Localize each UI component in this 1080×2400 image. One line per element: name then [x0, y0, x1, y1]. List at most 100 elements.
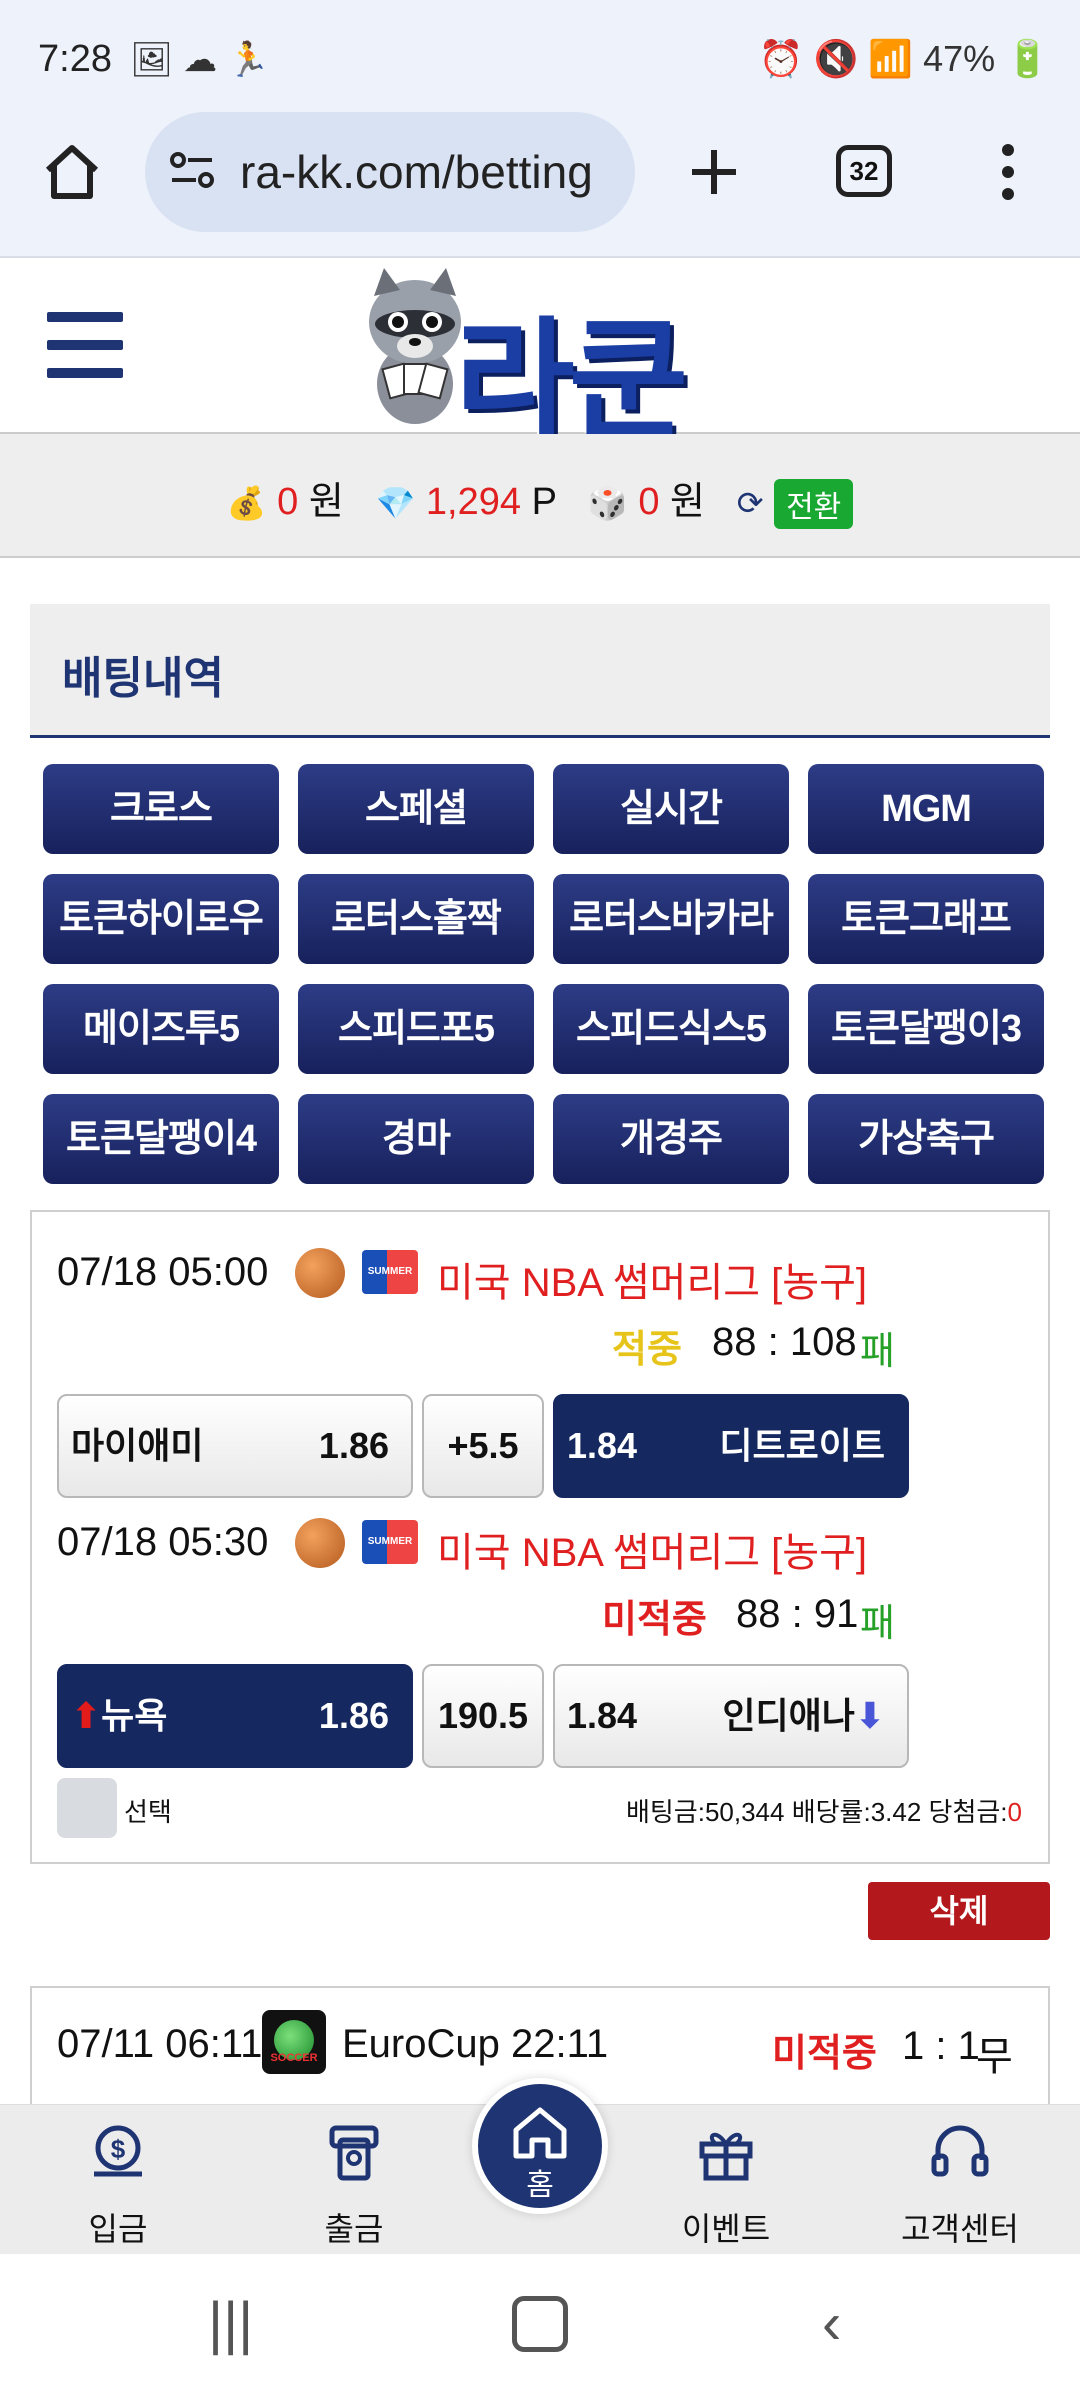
nav-deposit[interactable]: $ 입금: [18, 2120, 218, 2250]
money-value: 0: [277, 481, 299, 523]
site-settings-icon[interactable]: [168, 150, 218, 190]
category-button[interactable]: 스피드포5: [298, 984, 534, 1074]
basketball-icon: [295, 1248, 345, 1298]
balance-row: 💰 0 원 💎 1,294 P 🎲 0 원 ⟳ 전환: [0, 470, 1080, 529]
away-odds: 1.84: [567, 1425, 638, 1466]
arrow-up-icon: ⬆: [71, 1695, 102, 1736]
game-datetime: 07/18 05:30: [57, 1520, 269, 1564]
category-button[interactable]: 가상축구: [808, 1094, 1044, 1184]
game-score: 88 : 91: [736, 1592, 859, 1636]
home-odds: 1.86: [318, 1695, 389, 1736]
game-datetime: 07/11 06:11: [57, 2022, 263, 2066]
home-team: 뉴욕: [101, 1695, 168, 1736]
system-icons: ⏰ 🔇 📶 47% 🔋: [758, 38, 1050, 79]
point-unit: P: [531, 481, 557, 523]
handicap-box[interactable]: +5.5: [422, 1394, 544, 1498]
home-team: 마이애미: [71, 1425, 204, 1466]
category-button[interactable]: 경마: [298, 1094, 534, 1184]
diamond-icon: 💎: [375, 485, 416, 521]
casino-chip-icon: 🎲: [587, 485, 628, 521]
new-tab-icon[interactable]: [688, 146, 740, 198]
game-result: 무: [976, 2035, 1013, 2079]
url-text[interactable]: ra-kk.com/betting: [240, 145, 615, 199]
game-score: 1 : 1: [902, 2024, 980, 2068]
home-odds: 1.86: [318, 1425, 389, 1466]
switch-button[interactable]: 전환: [774, 478, 854, 529]
category-button[interactable]: 스피드식스5: [553, 984, 789, 1074]
category-button[interactable]: 토큰하이로우: [43, 874, 279, 964]
arrow-down-icon: ⬇: [854, 1695, 885, 1736]
nav-support[interactable]: 고객센터: [860, 2120, 1060, 2250]
game-result: 패: [860, 1603, 895, 1645]
category-button[interactable]: 토큰달팽이3: [808, 984, 1044, 1074]
system-home-icon[interactable]: [512, 2296, 568, 2352]
home-odds-box[interactable]: 마이애미 1.86: [57, 1394, 413, 1498]
gift-icon: [626, 2120, 826, 2200]
battery-level: 47%: [923, 38, 996, 79]
total-line: 190.5: [437, 1695, 529, 1736]
page-title: 배팅내역: [62, 654, 224, 703]
select-label: 선택: [124, 1797, 172, 1827]
category-button[interactable]: 실시간: [553, 764, 789, 854]
raccoon-mascot-icon: [360, 266, 470, 426]
total-line-box[interactable]: 190.5: [422, 1664, 544, 1768]
win-amount: 0: [1007, 1797, 1022, 1827]
deposit-coin-icon: $: [18, 2120, 218, 2200]
handicap-line: +5.5: [447, 1425, 519, 1466]
tab-switcher-button[interactable]: 32: [836, 145, 892, 197]
casino-value: 0: [638, 481, 660, 523]
category-button[interactable]: 크로스: [43, 764, 279, 854]
bet-status: 미적중: [602, 1599, 707, 1641]
home-icon[interactable]: [40, 140, 104, 204]
category-button[interactable]: 토큰그래프: [808, 874, 1044, 964]
withdraw-atm-icon: [254, 2120, 454, 2200]
money-bag-icon: 💰: [226, 485, 267, 521]
notification-icons: 🖼☁🏃: [130, 41, 280, 79]
league-name: 미국 NBA 썸머리그 [농구]: [437, 1531, 868, 1575]
soccer-logo-icon: SOCCER: [262, 2010, 326, 2074]
bet-amount: 50,344: [704, 1797, 785, 1827]
nav-home[interactable]: 홈: [472, 2078, 608, 2214]
category-button[interactable]: MGM: [808, 764, 1044, 854]
nav-event[interactable]: 이벤트: [626, 2120, 826, 2250]
casino-unit: 원: [670, 481, 705, 523]
category-button[interactable]: 메이즈투5: [43, 984, 279, 1074]
slip-summary: 배팅금:50,344 배당률:3.42 당첨금:0: [625, 1797, 1022, 1827]
recent-apps-icon[interactable]: |||: [208, 2290, 253, 2357]
more-menu-icon[interactable]: [996, 144, 1020, 200]
nav-home-label: 홈: [526, 2169, 554, 2202]
point-value: 1,294: [425, 481, 521, 523]
basketball-icon: [295, 1518, 345, 1568]
nav-withdraw-label: 출금: [324, 2211, 384, 2247]
nav-support-label: 고객센터: [901, 2211, 1019, 2247]
select-checkbox[interactable]: [57, 1778, 117, 1838]
category-button[interactable]: 토큰달팽이4: [43, 1094, 279, 1184]
status-bar: 7:28 🖼☁🏃 ⏰ 🔇 📶 47% 🔋: [0, 0, 1080, 120]
nav-event-label: 이벤트: [681, 2211, 771, 2247]
svg-text:$: $: [111, 2134, 126, 2164]
category-button[interactable]: 개경주: [553, 1094, 789, 1184]
nav-withdraw[interactable]: 출금: [254, 2120, 454, 2250]
game-result: 패: [860, 1331, 895, 1373]
money-unit: 원: [308, 481, 344, 523]
headset-icon: [860, 2120, 1060, 2200]
nav-deposit-label: 입금: [88, 2211, 148, 2247]
total-odds: 3.42: [870, 1797, 922, 1827]
bet-status: 적중: [612, 1329, 682, 1371]
back-icon[interactable]: ‹: [822, 2290, 841, 2357]
category-button[interactable]: 스페셜: [298, 764, 534, 854]
away-odds-box[interactable]: 1.84 인디애나⬇: [553, 1664, 909, 1768]
away-odds-box[interactable]: 1.84 디트로이트: [553, 1394, 909, 1498]
category-button[interactable]: 로터스바카라: [553, 874, 789, 964]
delete-button[interactable]: 삭제: [868, 1882, 1050, 1940]
league-name: EuroCup 22:11: [342, 2022, 609, 2066]
nba-summer-league-logo: SUMMER: [362, 1520, 418, 1564]
category-button[interactable]: 로터스홀짝: [298, 874, 534, 964]
bet-status: 미적중: [772, 2033, 877, 2075]
game-score: 88 : 108: [712, 1320, 857, 1364]
nba-summer-league-logo: SUMMER: [362, 1250, 418, 1294]
clock: 7:28: [38, 38, 112, 80]
league-name: 미국 NBA 썸머리그 [농구]: [437, 1261, 868, 1305]
home-odds-box[interactable]: ⬆뉴욕 1.86: [57, 1664, 413, 1768]
refresh-icon[interactable]: ⟳: [737, 485, 764, 521]
